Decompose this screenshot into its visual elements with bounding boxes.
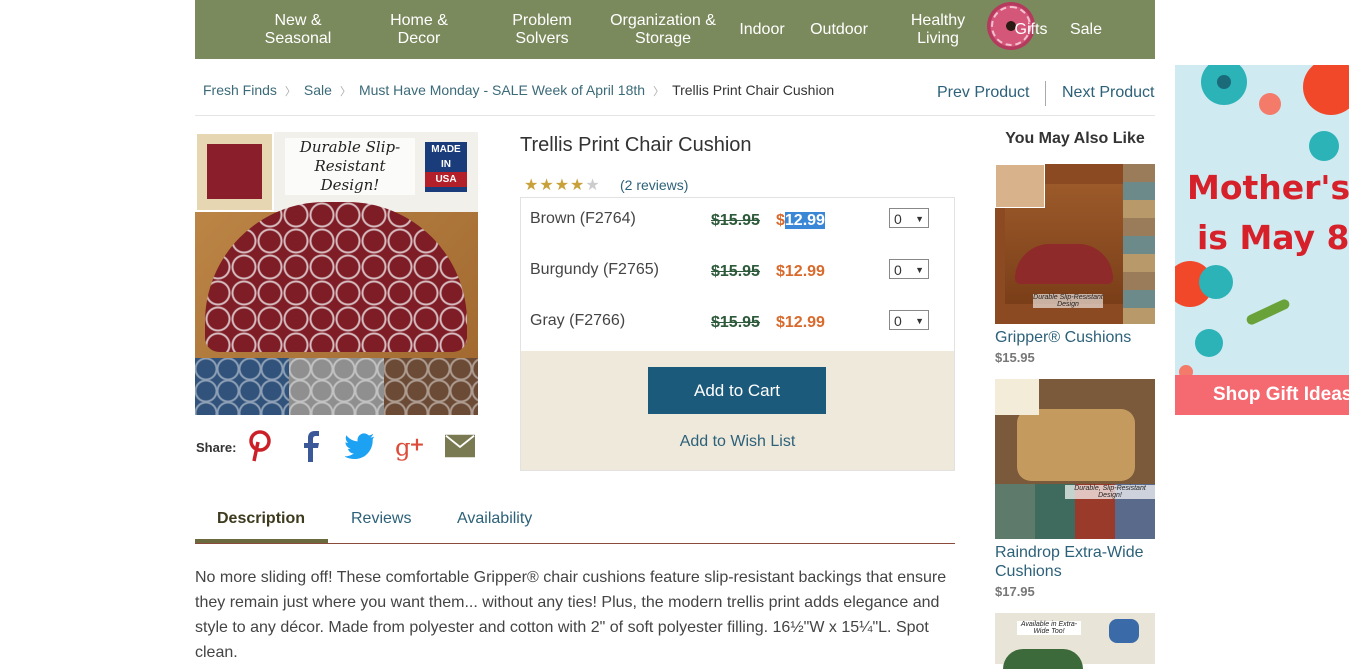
thumbnail-brown[interactable] [383,358,478,415]
flower-icon [1303,65,1349,115]
twitter-icon[interactable] [345,430,375,462]
star-icon: ★ [554,177,571,194]
chevron-right-icon: 〉 [284,86,296,98]
thumbnail-strip [195,358,478,415]
nav-label: Problem Solvers [512,11,572,47]
star-icon: ★ [524,177,540,194]
nav-label: New & Seasonal [264,11,332,47]
nav-label: Gifts [1014,20,1048,38]
sale-price: $12.99 [776,263,825,280]
quantity-select[interactable]: 0 ▼ [889,259,929,279]
pinterest-icon[interactable] [245,430,275,462]
variant-row: Brown (F2764) $15.95 $12.99 0 ▼ [521,198,954,250]
tab-availability[interactable]: Availability [457,510,532,528]
nav-outdoor[interactable]: Outdoor [802,0,876,59]
rec-product-name[interactable]: Gripper® Cushions [995,328,1155,347]
thumbnail-gray[interactable] [289,358,384,415]
caret-down-icon: ▼ [915,214,924,224]
top-nav: New & Seasonal Home & Decor Problem Solv… [195,0,1155,59]
svg-text:+: + [409,435,425,456]
star-icon: ★ [570,177,586,194]
nav-label: Indoor [739,20,785,38]
cushion-image [205,202,467,352]
nav-problem-solvers[interactable]: Problem Solvers [497,0,587,59]
inset-detail-image [195,132,274,212]
tab-reviews[interactable]: Reviews [351,510,411,528]
sale-price: $12.99 [776,212,825,229]
cart-panel: Add to Cart Add to Wish List [521,351,954,470]
durable-badge: Durable Slip-Resistant Design! [285,138,415,195]
pager-divider [1045,81,1046,106]
also-like-title: You May Also Like [1005,130,1145,147]
ad-headline: Mother's Day is May 8th [1187,168,1349,257]
nav-organization-storage[interactable]: Organization & Storage [610,0,716,59]
rec-product-image[interactable]: Durable Slip-Resistant Design [995,164,1155,324]
rec-product-price: $17.95 [995,584,1035,599]
nav-label: Home & Decor [390,11,448,47]
breadcrumb-current: Trellis Print Chair Cushion [672,82,835,98]
breadcrumb-link[interactable]: Fresh Finds [203,82,277,98]
email-icon[interactable] [445,430,475,462]
caret-down-icon: ▼ [915,265,924,275]
old-price: $15.95 [711,263,760,280]
leaf-shape [1245,297,1291,327]
quantity-select[interactable]: 0 ▼ [889,208,929,228]
share-label: Share: [196,440,237,455]
tab-divider [195,543,955,544]
nav-label: Outdoor [810,20,868,38]
rec-product-image[interactable]: Available in Extra-Wide Too! [995,613,1155,669]
nav-indoor[interactable]: Indoor [732,0,792,59]
add-to-cart-button[interactable]: Add to Cart [648,367,826,414]
nav-gifts[interactable]: Gifts [1003,0,1059,59]
old-price: $15.95 [711,212,760,229]
sale-price: $12.99 [776,314,825,331]
caret-down-icon: ▼ [915,316,924,326]
chevron-right-icon: 〉 [339,86,351,98]
variant-name: Gray (F2766) [530,312,626,329]
star-icon: ★ [539,177,555,194]
variant-name: Burgundy (F2765) [530,261,659,278]
breadcrumb-link[interactable]: Sale [304,82,332,98]
nav-new-seasonal[interactable]: New & Seasonal [250,0,346,59]
add-to-wishlist-link[interactable]: Add to Wish List [521,433,954,451]
star-empty-icon: ★ [585,177,601,194]
quantity-select[interactable]: 0 ▼ [889,310,929,330]
next-product-link[interactable]: Next Product [1062,84,1154,102]
nav-healthy-living[interactable]: Healthy Living [898,0,978,59]
flower-icon [1309,131,1339,161]
rating-stars: ★★★★★ [524,175,601,195]
thumbnail-blue[interactable] [195,358,290,415]
mothers-day-ad[interactable]: Mother's Day is May 8th Shop Gift Ideas … [1175,65,1349,415]
made-in-usa-badge: MADE IN USA [425,142,467,192]
product-main-image[interactable]: Durable Slip-Resistant Design! MADE IN U… [195,132,478,358]
variant-name: Brown (F2764) [530,210,636,227]
breadcrumb: Fresh Finds 〉 Sale 〉 Must Have Monday - SALE… [203,82,834,99]
nav-sale[interactable]: Sale [1061,0,1111,59]
product-title: Trellis Print Chair Cushion [520,134,752,156]
nav-home-decor[interactable]: Home & Decor [375,0,463,59]
nav-label: Sale [1069,20,1103,38]
product-description: No more sliding off! These comfortable G… [195,569,947,661]
reviews-count-link[interactable]: (2 reviews) [620,177,688,193]
divider [195,115,1155,116]
flower-icon [1199,265,1233,299]
google-plus-icon[interactable]: g + [395,430,425,462]
shop-gift-ideas-button[interactable]: Shop Gift Ideas ▸ [1175,375,1349,415]
tab-description[interactable]: Description [217,510,305,528]
facebook-icon[interactable] [296,430,326,462]
rec-product-image[interactable]: Durable, Slip-Resistant Design! [995,379,1155,539]
prev-product-link[interactable]: Prev Product [937,84,1029,102]
chevron-right-icon: 〉 [653,86,665,98]
breadcrumb-link[interactable]: Must Have Monday - SALE Week of April 18… [359,82,645,98]
rec-product-price: $15.95 [995,350,1035,365]
rec-product-name[interactable]: Raindrop Extra-Wide Cushions [995,543,1155,581]
variant-row: Burgundy (F2765) $15.95 $12.99 0 ▼ [521,249,954,301]
variant-table: Brown (F2764) $15.95 $12.99 0 ▼ Burgundy … [520,197,955,471]
old-price: $15.95 [711,314,760,331]
nav-label: Healthy Living [910,11,966,47]
nav-label: Organization & Storage [610,11,716,47]
product-tabs: Description Reviews Availability [195,500,955,544]
variant-row: Gray (F2766) $15.95 $12.99 0 ▼ [521,300,954,352]
